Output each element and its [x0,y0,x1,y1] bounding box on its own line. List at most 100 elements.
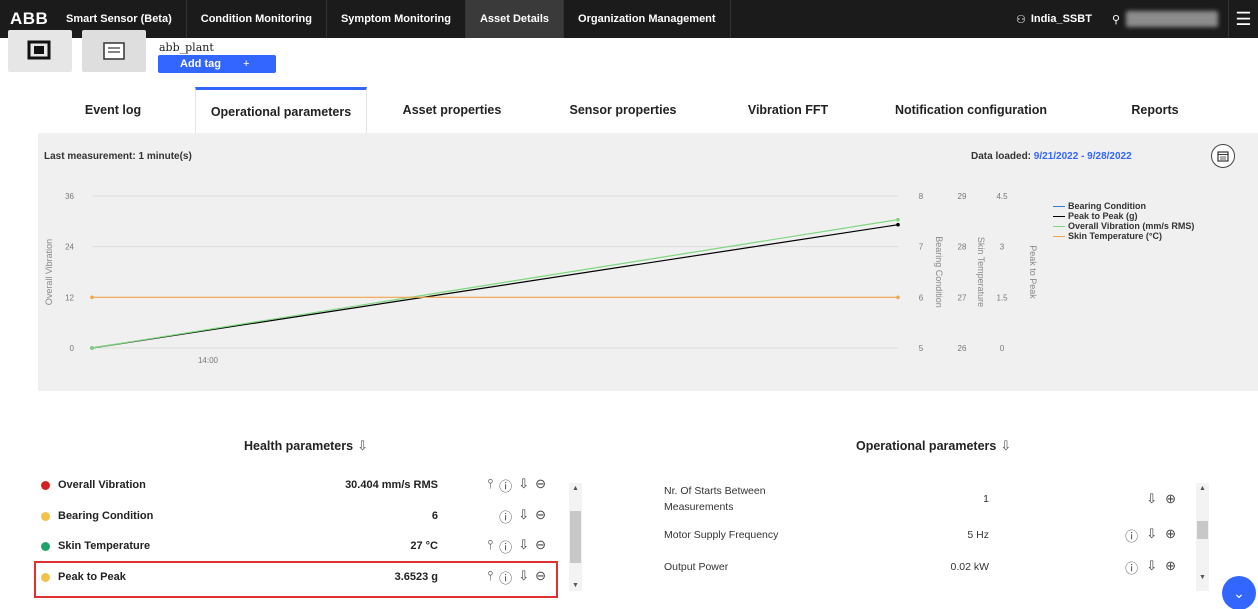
nav-organization-management[interactable]: Organization Management [564,0,731,38]
remove-icon[interactable]: ⊖ [535,507,546,526]
scroll-down-arrow-icon[interactable]: ▼ [569,582,582,589]
info-icon[interactable]: ⓘ [1125,526,1138,545]
op-row-starts-between-measurements[interactable]: Nr. Of Starts Between Measurements 1 ⇩ ⊕ [664,482,1194,516]
data-loaded-label: Data loaded: [971,151,1034,162]
legend-swatch [1053,225,1065,227]
health-list-scrollbar[interactable]: ▲ ▼ [569,483,582,591]
right-axis-label: Skin Temperature [976,237,986,307]
add-icon[interactable]: ⊕ [1165,558,1176,577]
download-icon[interactable]: ⇩ [1146,526,1157,545]
data-loaded-range[interactable]: 9/21/2022 - 9/28/2022 [1034,151,1132,162]
scroll-up-arrow-icon[interactable]: ▲ [569,485,582,492]
status-dot [41,511,50,521]
remove-icon[interactable]: ⊖ [535,537,546,556]
parameter-value: 0.02 kW [950,561,989,573]
tab-operational-parameters[interactable]: Operational parameters [195,87,367,133]
tab-sensor-properties[interactable]: Sensor properties [548,87,698,133]
parameter-value: 6 [431,510,438,522]
data-loaded-text: Data loaded: 9/21/2022 - 9/28/2022 [971,151,1132,162]
right-axis-tick-label: 7 [919,243,924,252]
info-icon[interactable]: ⓘ [499,537,512,556]
asset-image[interactable] [8,30,72,72]
add-icon[interactable]: ⊕ [1165,526,1176,545]
series-point [896,217,900,222]
info-icon[interactable]: ⓘ [499,507,512,526]
legend-item-temperature[interactable]: Skin Temperature (°C) [1053,231,1194,241]
health-row-skin-temperature[interactable]: Skin Temperature 27 °C ⫯ ⓘ ⇩ ⊖ [34,531,556,561]
user-menu[interactable]: ⚲ [1102,0,1228,38]
org-selector[interactable]: ⚇ India_SSBT [1006,0,1102,38]
y-tick-label: 36 [65,192,74,201]
health-row-bearing-condition[interactable]: Bearing Condition 6 ⓘ ⇩ ⊖ [34,501,556,531]
legend-item-vibration[interactable]: Overall Vibration (mm/s RMS) [1053,221,1194,231]
download-icon[interactable]: ⇩ [1146,491,1157,507]
right-axis-tick-label: 26 [958,344,967,353]
trend-chart[interactable]: 0 12 24 36 Overall Vibration 5 6 7 8 Bearing Cond… [38,173,1038,413]
tab-reports[interactable]: Reports [1090,87,1220,133]
status-dot [41,541,50,551]
health-title-text: Health parameters [244,439,354,453]
remove-icon[interactable]: ⊖ [535,478,546,495]
parameter-value: 5 Hz [967,529,989,541]
hamburger-menu-icon[interactable]: ☰ [1228,0,1258,38]
health-parameters-title: Health parameters ⇩ [244,438,368,454]
parameter-value: 30.404 mm/s RMS [345,479,438,491]
info-icon[interactable]: ⓘ [1125,558,1138,577]
row-actions: ⫯ ⓘ ⇩ ⊖ [488,537,546,556]
download-icon[interactable]: ⇩ [518,507,529,526]
parameter-value: 27 °C [410,540,438,552]
download-icon[interactable]: ⇩ [518,537,529,556]
nav-symptom-monitoring[interactable]: Symptom Monitoring [327,0,466,38]
right-axis-tick-label: 0 [1000,344,1005,353]
settings-icon[interactable]: ⫯ [488,478,494,495]
series-line [91,219,899,349]
row-actions: ⫯ ⓘ ⇩ ⊖ [488,478,546,495]
health-row-overall-vibration[interactable]: Overall Vibration 30.404 mm/s RMS ⫯ ⓘ ⇩ … [34,478,556,500]
right-axis-tick-label: 28 [958,243,967,252]
tab-asset-properties[interactable]: Asset properties [378,87,526,133]
legend-item-peak[interactable]: Peak to Peak (g) [1053,211,1194,221]
download-icon[interactable]: ⇩ [518,478,529,495]
right-axis-label: Peak to Peak [1028,245,1038,299]
series-point [896,295,900,300]
op-row-motor-supply-frequency[interactable]: Motor Supply Frequency 5 Hz ⓘ ⇩ ⊕ [664,525,1194,545]
scroll-up-arrow-icon[interactable]: ▲ [1196,485,1209,492]
info-icon[interactable]: ⓘ [499,478,512,495]
nav-condition-monitoring[interactable]: Condition Monitoring [187,0,327,38]
operational-list-scrollbar[interactable]: ▲ ▼ [1196,483,1209,591]
scroll-down-arrow-icon[interactable]: ▼ [1196,574,1209,581]
nav-asset-details[interactable]: Asset Details [465,0,565,38]
tab-notification-configuration[interactable]: Notification configuration [876,87,1066,133]
scrollbar-thumb[interactable] [570,511,581,563]
asset-name: abb_plant [159,41,214,54]
row-actions: ⓘ ⇩ ⊕ [1125,526,1176,545]
download-icon[interactable]: ⇩ [1000,438,1011,453]
y-tick-label: 12 [65,293,74,302]
y-axis-label: Overall Vibration [44,239,54,305]
calendar-button[interactable] [1211,144,1235,168]
legend-item-bearing[interactable]: Bearing Condition [1053,201,1194,211]
add-icon[interactable]: ⊕ [1165,491,1176,507]
row-actions: ⓘ ⇩ ⊕ [1125,558,1176,577]
settings-icon[interactable]: ⫯ [488,537,494,556]
tab-event-log[interactable]: Event log [38,87,188,133]
scrollbar-thumb[interactable] [1197,521,1208,539]
op-row-output-power[interactable]: Output Power 0.02 kW ⓘ ⇩ ⊕ [664,557,1194,577]
row-actions: ⓘ ⇩ ⊖ [499,507,546,526]
download-icon[interactable]: ⇩ [1146,558,1157,577]
tab-vibration-fft[interactable]: Vibration FFT [718,87,858,133]
y-tick-label: 24 [65,243,74,252]
legend-swatch [1053,235,1065,237]
download-icon[interactable]: ⇩ [357,438,368,453]
add-tag-button[interactable]: Add tag + [158,55,276,73]
operational-parameters-list: Nr. Of Starts Between Measurements 1 ⇩ ⊕… [664,478,1204,598]
scroll-down-fab-icon[interactable]: ⌄ [1222,576,1256,609]
asset-tabs: Event log Operational parameters Asset p… [38,87,1220,133]
parameter-name: Bearing Condition [58,510,154,522]
add-tag-label: Add tag [180,58,221,70]
sensor-image[interactable] [82,30,146,72]
right-axis-tick-label: 8 [919,192,924,201]
legend-label: Bearing Condition [1068,201,1146,211]
legend-label: Overall Vibration (mm/s RMS) [1068,221,1195,231]
